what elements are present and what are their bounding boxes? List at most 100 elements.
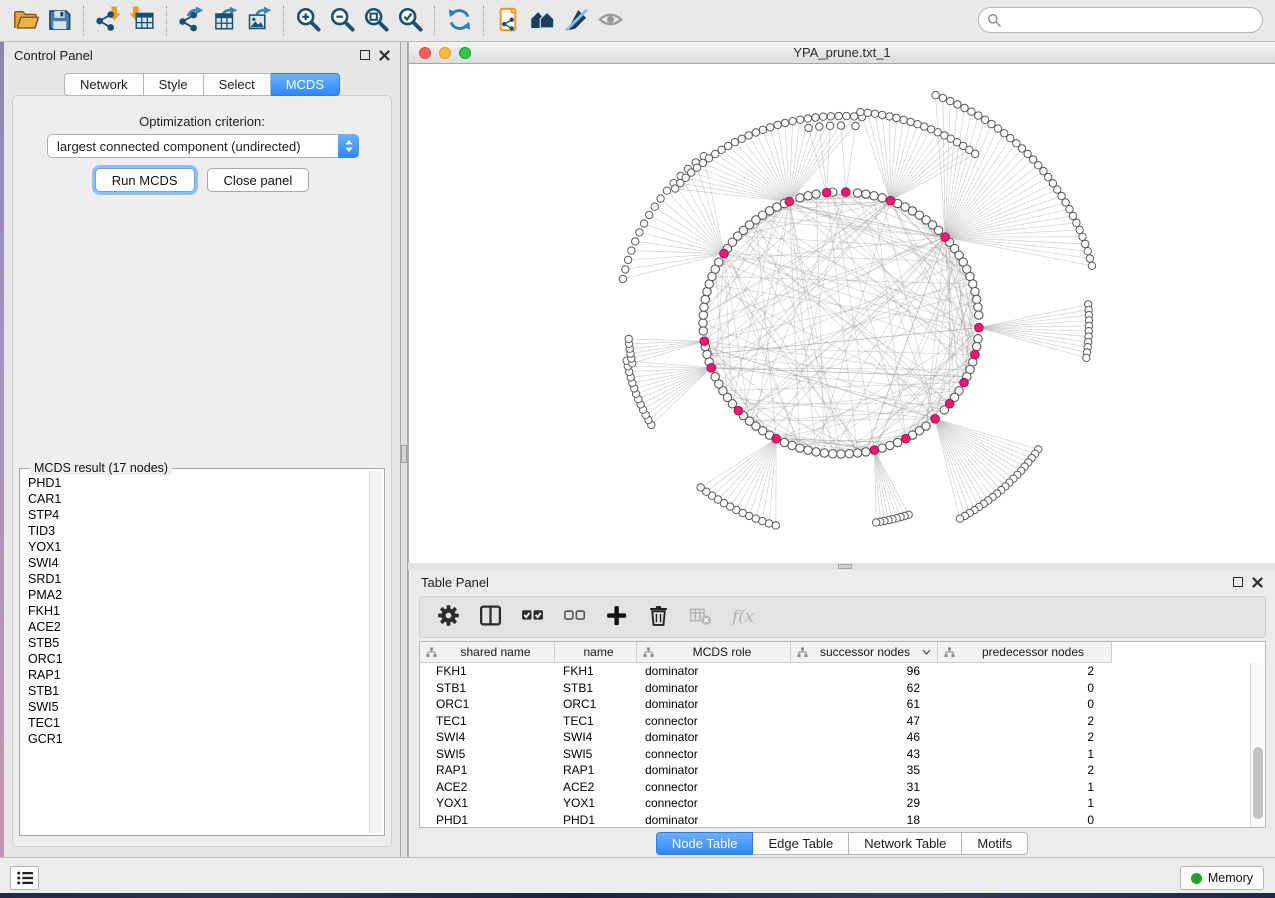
table-row[interactable]: YOX1YOX1connector291 — [420, 795, 1250, 812]
show-hidden-icon — [597, 6, 624, 36]
control-panel-tabs: NetworkStyleSelectMCDS — [4, 73, 400, 96]
cell-name: SWI5 — [555, 746, 637, 763]
tab-network[interactable]: Network — [64, 73, 144, 96]
hide-labels-button[interactable] — [559, 4, 593, 38]
svg-text:f(x): f(x) — [730, 607, 755, 626]
column-header-predecessor-nodes[interactable]: predecessor nodes — [938, 642, 1112, 663]
add-button[interactable] — [604, 603, 629, 631]
import-network-button[interactable] — [91, 4, 125, 38]
close-panel-button[interactable]: Close panel — [207, 168, 310, 192]
clone-network-button[interactable] — [491, 4, 525, 38]
column-header-successor-nodes[interactable]: successor nodes — [791, 642, 938, 663]
cell-name: TEC1 — [555, 713, 637, 730]
mcds-result-item[interactable]: ACE2 — [28, 619, 368, 635]
select-all-button[interactable] — [520, 603, 545, 631]
delete-icon — [646, 603, 671, 631]
table-row[interactable]: TEC1TEC1connector472 — [420, 713, 1250, 730]
tab-edge-table[interactable]: Edge Table — [753, 832, 849, 855]
save-button[interactable] — [42, 4, 76, 38]
float-panel-icon[interactable] — [360, 50, 370, 60]
open-folder-button[interactable] — [8, 4, 42, 38]
column-header-MCDS-role[interactable]: MCDS role — [637, 642, 791, 663]
mcds-result-item[interactable]: CAR1 — [28, 491, 368, 507]
close-panel-icon[interactable] — [379, 50, 390, 61]
horizontal-splitter-handle[interactable] — [838, 564, 852, 569]
table-row[interactable]: SWI5SWI5connector431 — [420, 746, 1250, 763]
tab-style[interactable]: Style — [144, 73, 204, 96]
table-row[interactable]: SWI4SWI4dominator462 — [420, 729, 1250, 746]
cell-successor_nodes: 35 — [791, 762, 938, 779]
table-row[interactable]: ACE2ACE2connector311 — [420, 779, 1250, 796]
show-columns-button[interactable] — [478, 603, 503, 631]
vertical-splitter-handle[interactable] — [401, 445, 407, 463]
mcds-result-item[interactable]: GCR1 — [28, 731, 368, 747]
mcds-result-item[interactable]: STB1 — [28, 683, 368, 699]
export-table-button[interactable] — [208, 4, 242, 38]
zoom-selected-button[interactable] — [393, 4, 427, 38]
show-hidden-button[interactable] — [593, 4, 627, 38]
mcds-list-scrollbar[interactable] — [369, 471, 382, 833]
cell-predecessor_nodes: 0 — [938, 696, 1112, 713]
mcds-result-item[interactable]: ORC1 — [28, 651, 368, 667]
task-history-button[interactable] — [10, 866, 39, 890]
zoom-fit-button[interactable] — [359, 4, 393, 38]
import-table-button[interactable] — [125, 4, 159, 38]
mcds-result-item[interactable]: FKH1 — [28, 603, 368, 619]
mcds-result-item[interactable]: SWI4 — [28, 555, 368, 571]
table-row[interactable]: STB1STB1dominator620 — [420, 680, 1250, 697]
cell-successor_nodes: 61 — [791, 696, 938, 713]
mcds-result-item[interactable]: TID3 — [28, 523, 368, 539]
column-header-name[interactable]: name — [555, 642, 637, 663]
horizontal-splitter[interactable] — [408, 563, 1275, 570]
refresh-button[interactable] — [442, 4, 476, 38]
table-row[interactable]: PHD1PHD1dominator180 — [420, 812, 1250, 828]
toolbar-separator — [434, 6, 435, 36]
delete-button[interactable] — [646, 603, 671, 631]
mcds-result-item[interactable]: SRD1 — [28, 571, 368, 587]
memory-button[interactable]: Memory — [1180, 866, 1264, 890]
criterion-dropdown[interactable]: largest connected component (undirected) — [47, 134, 359, 158]
cell-mcds_role: connector — [637, 795, 791, 812]
cell-mcds_role: connector — [637, 746, 791, 763]
tab-select[interactable]: Select — [204, 73, 271, 96]
cell-mcds_role: dominator — [637, 696, 791, 713]
table-row[interactable]: RAP1RAP1dominator352 — [420, 762, 1250, 779]
mcds-result-item[interactable]: TEC1 — [28, 715, 368, 731]
mcds-result-item[interactable]: RAP1 — [28, 667, 368, 683]
export-image-button[interactable] — [242, 4, 276, 38]
tab-mcds[interactable]: MCDS — [271, 73, 340, 96]
mcds-result-item[interactable]: SWI5 — [28, 699, 368, 715]
mcds-result-item[interactable]: PMA2 — [28, 587, 368, 603]
table-row[interactable]: FKH1FKH1dominator962 — [420, 663, 1250, 680]
mcds-result-item[interactable]: PHD1 — [28, 475, 368, 491]
table-row[interactable]: ORC1ORC1dominator610 — [420, 696, 1250, 713]
cell-predecessor_nodes: 1 — [938, 779, 1112, 796]
export-image-icon — [246, 6, 273, 36]
zoom-out-button[interactable] — [325, 4, 359, 38]
tab-network-table[interactable]: Network Table — [849, 832, 962, 855]
desktop-wallpaper-bottom-strip — [0, 893, 1275, 898]
mcds-result-item[interactable]: STP4 — [28, 507, 368, 523]
column-header-shared-name[interactable]: shared name — [420, 642, 555, 663]
table-panel-title: Table Panel — [421, 575, 489, 590]
tab-motifs[interactable]: Motifs — [962, 832, 1028, 855]
home-button[interactable] — [525, 4, 559, 38]
search-icon — [987, 13, 1002, 28]
cell-shared_name: ORC1 — [420, 696, 555, 713]
node-table-scrollbar[interactable] — [1250, 663, 1265, 827]
mcds-result-item[interactable]: YOX1 — [28, 539, 368, 555]
mcds-result-item[interactable]: STB5 — [28, 635, 368, 651]
close-table-panel-icon[interactable] — [1252, 577, 1263, 588]
search-box[interactable] — [978, 7, 1263, 33]
float-table-panel-icon[interactable] — [1233, 577, 1243, 587]
export-network-button[interactable] — [174, 4, 208, 38]
run-mcds-button[interactable]: Run MCDS — [95, 168, 195, 192]
network-canvas[interactable] — [409, 64, 1275, 563]
tab-node-table[interactable]: Node Table — [656, 832, 754, 855]
vertical-splitter[interactable] — [400, 42, 408, 857]
deselect-all-button[interactable] — [562, 603, 587, 631]
settings-button[interactable] — [436, 603, 461, 631]
node-table-scrollbar-thumb[interactable] — [1253, 747, 1263, 819]
zoom-in-button[interactable] — [291, 4, 325, 38]
search-input[interactable] — [1007, 13, 1254, 28]
